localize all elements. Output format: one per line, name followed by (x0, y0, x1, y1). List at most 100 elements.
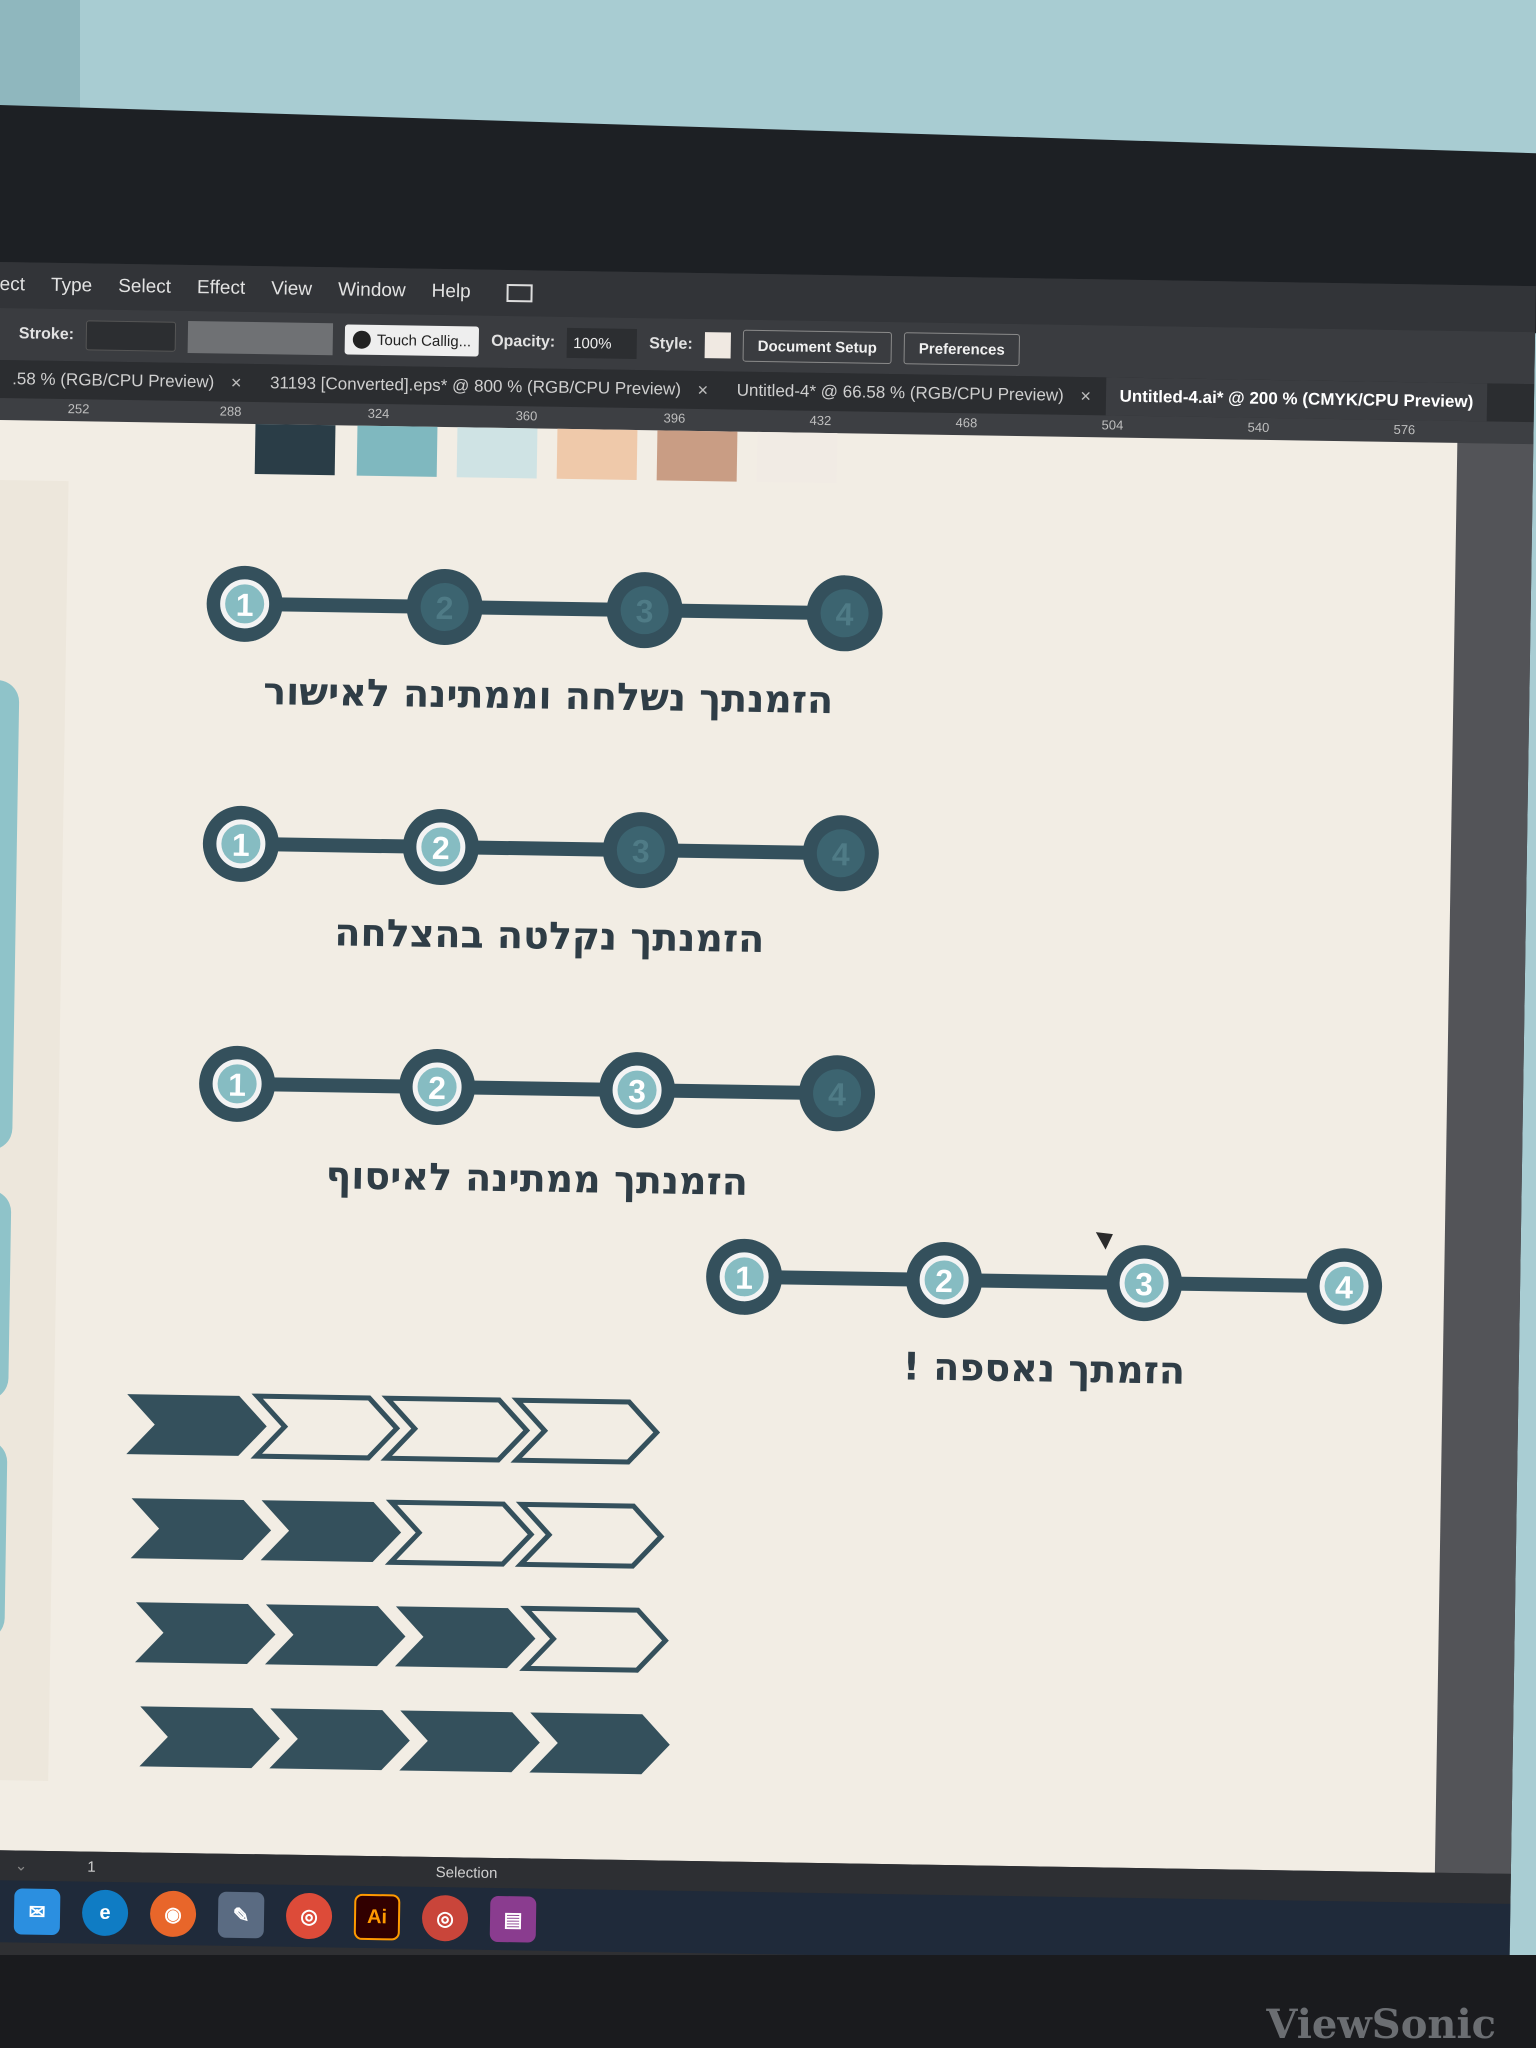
menu-item-type[interactable]: Type (51, 275, 93, 298)
step-number: 2 (432, 830, 450, 866)
chevron-filled (265, 1604, 406, 1667)
close-icon[interactable]: ✕ (230, 374, 242, 391)
chevron-outline (510, 1397, 661, 1465)
opacity-field[interactable]: 100% (566, 327, 638, 360)
progress-tracker-svg: 1 2 3 4 (199, 1045, 876, 1132)
monitor-brand: ViewSonic (1266, 2001, 1496, 2048)
progress-caption: הזמתך נאספה ! (902, 1344, 1186, 1393)
chevron-filled (399, 1710, 540, 1773)
opacity-label: Opacity: (491, 332, 556, 351)
style-label: Style: (649, 335, 693, 353)
chevron-rows-svg (126, 1393, 670, 1775)
variable-width-profile[interactable] (187, 320, 334, 356)
palette-swatch[interactable] (756, 431, 838, 484)
progress-connector (744, 1269, 1345, 1294)
chevron-down-icon[interactable]: ⌄ (15, 1856, 28, 1874)
monitor-bezel-bottom: ViewSonic (0, 1955, 1536, 2048)
chevron-outline (380, 1395, 531, 1463)
chevron-filled (139, 1706, 280, 1769)
chevron-filled (126, 1394, 267, 1456)
step-number: 2 (428, 1070, 446, 1106)
tab-label: 31193 [Converted].eps* @ 800 % (RGB/CPU … (269, 373, 682, 399)
palette-swatch[interactable] (656, 430, 738, 482)
illustrator-icon[interactable]: Ai (353, 1893, 401, 1941)
progress-tracker[interactable]: 1 2 3 4 (703, 1231, 1404, 1332)
chrome-icon[interactable]: ◎ (285, 1892, 333, 1940)
palette-swatch[interactable] (254, 424, 336, 476)
graphic-style-swatch[interactable] (704, 332, 731, 359)
brush-dot-icon (352, 330, 372, 349)
tab-label: .58 % (RGB/CPU Preview) (12, 369, 215, 392)
progress-connector (240, 836, 841, 861)
preferences-button[interactable]: Preferences (903, 332, 1021, 367)
step-number: 2 (935, 1263, 953, 1299)
ruler-tick: 504 (1101, 417, 1124, 433)
step-number: 4 (1335, 1269, 1354, 1305)
palette-swatch[interactable] (356, 425, 438, 477)
ruler-tick: 288 (219, 403, 242, 419)
chevron-filled (269, 1708, 410, 1771)
ruler-tick: 540 (1247, 419, 1270, 435)
progress-tracker[interactable]: 1 2 3 4 (196, 1038, 897, 1139)
menu-item-effect[interactable]: Effect (197, 277, 246, 300)
tab-label: Untitled-4.ai* @ 200 % (CMYK/CPU Preview… (1119, 386, 1474, 412)
canvas-area[interactable]: 1 2 3 4 הזמנתך נשלחה וממתינה לאישור 1 2 3 4 הז… (0, 419, 1534, 1874)
chrome-profile-icon[interactable]: ◎ (421, 1894, 469, 1942)
edge-icon[interactable]: e (81, 1889, 129, 1937)
paint-icon[interactable]: ✎ (217, 1891, 265, 1939)
step-number: 3 (635, 593, 653, 629)
stroke-weight-field[interactable] (85, 320, 177, 352)
document-tab[interactable]: 31193 [Converted].eps* @ 800 % (RGB/CPU … (256, 373, 723, 400)
step-number: 2 (435, 590, 453, 626)
ruler-tick: 576 (1393, 421, 1416, 438)
step-number: 3 (632, 833, 650, 869)
progress-caption: הזמנתך נשלחה וממתינה לאישור (262, 669, 834, 723)
chevron-outline (519, 1605, 669, 1673)
document-tab[interactable]: .58 % (RGB/CPU Preview) ✕ (0, 369, 256, 393)
ruler-tick: 396 (663, 410, 686, 426)
stroke-label: Stroke: (18, 325, 75, 344)
step-number: 1 (232, 827, 250, 863)
step-number: 3 (628, 1073, 646, 1109)
ruler-tick: 252 (67, 401, 90, 417)
document-setup-button[interactable]: Document Setup (742, 329, 893, 365)
close-icon[interactable]: ✕ (1080, 387, 1092, 404)
artboard-number[interactable]: 1 (87, 1858, 96, 1875)
menu-item-help[interactable]: Help (431, 281, 470, 304)
step-number: 4 (835, 596, 854, 632)
palette-swatch[interactable] (456, 427, 538, 479)
menu-item-view[interactable]: View (271, 278, 312, 301)
step-number: 1 (228, 1067, 246, 1103)
step-number: 4 (832, 836, 851, 872)
document-tab-active[interactable]: Untitled-4.ai* @ 200 % (CMYK/CPU Preview… (1105, 377, 1488, 422)
artboard[interactable]: 1 2 3 4 הזמנתך נשלחה וממתינה לאישור 1 2 3 4 הז… (0, 419, 1458, 1873)
palette-swatch[interactable] (556, 428, 638, 481)
progress-tracker[interactable]: 1 2 3 4 (200, 798, 901, 899)
progress-tracker-svg: 1 2 3 4 (202, 805, 879, 892)
chevron-filled (130, 1498, 272, 1560)
workspace-switcher-icon[interactable] (506, 283, 533, 303)
progress-caption: הזמנתך ממתינה לאיסוף (325, 1153, 749, 1204)
progress-connector (244, 596, 845, 621)
progress-connector (237, 1076, 838, 1101)
ruler-tick: 360 (515, 408, 538, 424)
current-tool: Selection (435, 1863, 498, 1882)
brush-definition-dropdown[interactable]: Touch Callig... (344, 324, 480, 357)
close-icon[interactable]: ✕ (697, 381, 709, 398)
menu-item-select[interactable]: Select (118, 276, 171, 299)
document-tab[interactable]: Untitled-4* @ 66.58 % (RGB/CPU Preview) ✕ (723, 380, 1106, 406)
progress-tracker-svg: 1 2 3 4 (706, 1238, 1383, 1325)
menu-item-window[interactable]: Window (338, 279, 406, 302)
chevron-filled (135, 1602, 276, 1665)
menu-item-object[interactable]: ect (0, 274, 25, 296)
firefox-icon[interactable]: ◉ (149, 1890, 197, 1938)
chevron-filled (529, 1712, 670, 1775)
chevron-group[interactable] (121, 1382, 688, 1831)
chevron-filled (394, 1606, 536, 1669)
winrar-icon[interactable]: ▤ (489, 1895, 537, 1943)
chevron-outline (250, 1393, 401, 1461)
progress-tracker[interactable]: 1 2 3 4 (204, 558, 905, 659)
mail-icon[interactable]: ✉ (13, 1888, 61, 1936)
step-number: 3 (1135, 1266, 1153, 1302)
wall-stripe (0, 0, 80, 110)
